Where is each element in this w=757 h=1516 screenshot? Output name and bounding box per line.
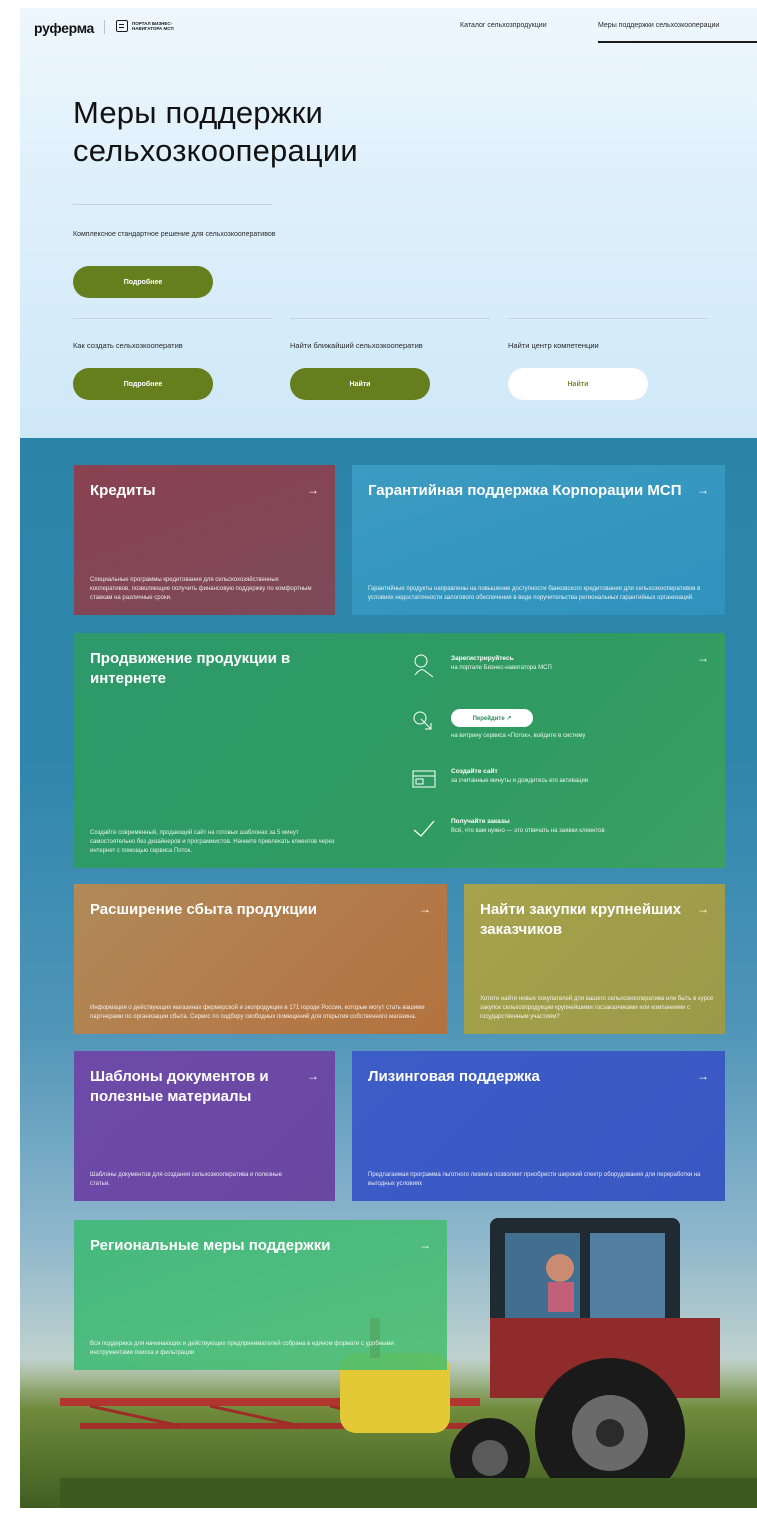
card-leasing-support[interactable]: Лизинговая поддержка → Предлагаемая прог…	[352, 1051, 725, 1201]
arrow-right-icon: →	[697, 1069, 709, 1083]
find-coop-title: Найти ближайший сельхозкооператив	[290, 341, 423, 350]
partner-logo-text: ПОРТАЛ БИЗНЕС-НАВИГАТОРА МСП	[132, 21, 174, 31]
step-title: Получайте заказы	[451, 818, 510, 825]
create-coop-button[interactable]: Подробнее	[73, 368, 213, 400]
nav-link-catalog[interactable]: Каталог сельхозпродукции	[460, 22, 547, 29]
step-get-orders: Получайте заказы Всё, что вам нужно — эт…	[411, 816, 711, 850]
step-subtitle: Всё, что вам нужно — это отвечать на зая…	[451, 828, 605, 834]
step-title: Создайте сайт	[451, 768, 498, 775]
card-title: Шаблоны документов и полезные материалы	[90, 1068, 269, 1105]
card-description: Шаблоны документов для создания сельхозк…	[90, 1172, 282, 1187]
register-hand-icon	[414, 654, 434, 678]
card-title: Кредиты	[90, 482, 156, 499]
card-description: Хотите найти новых покупателей для вашег…	[480, 996, 714, 1020]
active-nav-underline	[598, 41, 757, 43]
card-title: Расширение сбыта продукции	[90, 901, 317, 918]
arrow-right-icon: →	[697, 902, 709, 916]
card-document-templates[interactable]: Шаблоны документов и полезные материалы …	[74, 1051, 335, 1201]
find-center-title: Найти центр компетенции	[508, 341, 599, 350]
divider	[73, 204, 273, 205]
step-subtitle: на портале Бизнес-навигатора МСП	[451, 665, 552, 671]
arrow-right-icon: →	[419, 902, 431, 916]
card-sales-expansion[interactable]: Расширение сбыта продукции → Информация …	[74, 884, 447, 1034]
card-title: Продвижение продукции в интернете	[90, 650, 291, 687]
find-center-button[interactable]: Найти	[508, 368, 648, 400]
step-go: Перейдите ↗ на витрину сервиса «Поток», …	[411, 709, 711, 743]
arrow-right-icon: →	[419, 1238, 431, 1252]
nav-link-support-measures[interactable]: Меры поддержки сельхозкооперации	[598, 22, 719, 29]
divider	[508, 318, 708, 319]
top-navigation: руферма ПОРТАЛ БИЗНЕС-НАВИГАТОРА МСП Кат…	[20, 8, 757, 44]
divider	[290, 318, 490, 319]
arrow-right-icon: →	[307, 483, 319, 497]
more-button[interactable]: Подробнее	[73, 266, 213, 298]
card-credits[interactable]: Кредиты → Специальные программы кредитов…	[74, 465, 335, 615]
card-guarantee-support[interactable]: Гарантийная поддержка Корпорации МСП → Г…	[352, 465, 725, 615]
card-title: Гарантийная поддержка Корпорации МСП	[368, 482, 682, 499]
step-subtitle: на витрину сервиса «Поток», войдите в си…	[451, 733, 586, 739]
card-title: Лизинговая поддержка	[368, 1068, 540, 1085]
card-description: Информация о действующих магазинах ферме…	[90, 1005, 425, 1020]
logo-divider	[104, 20, 105, 34]
arrow-right-icon: →	[697, 483, 709, 497]
find-coop-button[interactable]: Найти	[290, 368, 430, 400]
card-title: Региональные меры поддержки	[90, 1237, 331, 1254]
card-regional-support[interactable]: Региональные меры поддержки → Вся поддер…	[74, 1220, 447, 1370]
website-icon	[412, 770, 436, 788]
book-icon	[116, 20, 128, 32]
go-to-potok-button[interactable]: Перейдите ↗	[451, 709, 533, 727]
hero-description: Комплексное стандартное решение для сель…	[73, 231, 276, 238]
arrow-right-icon: →	[307, 1069, 319, 1083]
card-description: Гарантийные продукты направлены на повыш…	[368, 586, 701, 601]
card-online-promotion[interactable]: Продвижение продукции в интернете → Созд…	[74, 633, 725, 868]
rufarma-logo[interactable]: руферма	[34, 20, 94, 36]
card-description: Вся поддержка для начинающих и действующ…	[90, 1341, 394, 1356]
card-find-tenders[interactable]: Найти закупки крупнейших заказчиков → Хо…	[464, 884, 725, 1034]
card-description: Создайте современный, продающий сайт на …	[90, 830, 335, 854]
page: руферма ПОРТАЛ БИЗНЕС-НАВИГАТОРА МСП Кат…	[20, 8, 757, 1508]
hero-section: руферма ПОРТАЛ БИЗНЕС-НАВИГАТОРА МСП Кат…	[20, 8, 757, 438]
create-coop-title: Как создать сельхозкооператив	[73, 341, 183, 350]
partner-logo[interactable]: ПОРТАЛ БИЗНЕС-НАВИГАТОРА МСП	[116, 20, 188, 32]
step-register: Зарегистрируйтесь на портале Бизнес-нави…	[411, 653, 711, 687]
step-subtitle: за считанные минуты и дождитесь его акти…	[451, 778, 589, 784]
step-title: Зарегистрируйтесь	[451, 655, 514, 662]
cursor-click-icon	[413, 711, 432, 730]
page-title: Меры поддержки сельхозкооперации	[73, 95, 358, 168]
card-description: Специальные программы кредитования для с…	[90, 577, 312, 601]
checkmark-icon	[413, 820, 435, 837]
divider	[73, 318, 273, 319]
card-description: Предлагаемая программа льготного лизинга…	[368, 1172, 701, 1187]
step-create-site: Создайте сайт за считанные минуты и дожд…	[411, 766, 711, 800]
card-title: Найти закупки крупнейших заказчиков	[480, 901, 682, 938]
